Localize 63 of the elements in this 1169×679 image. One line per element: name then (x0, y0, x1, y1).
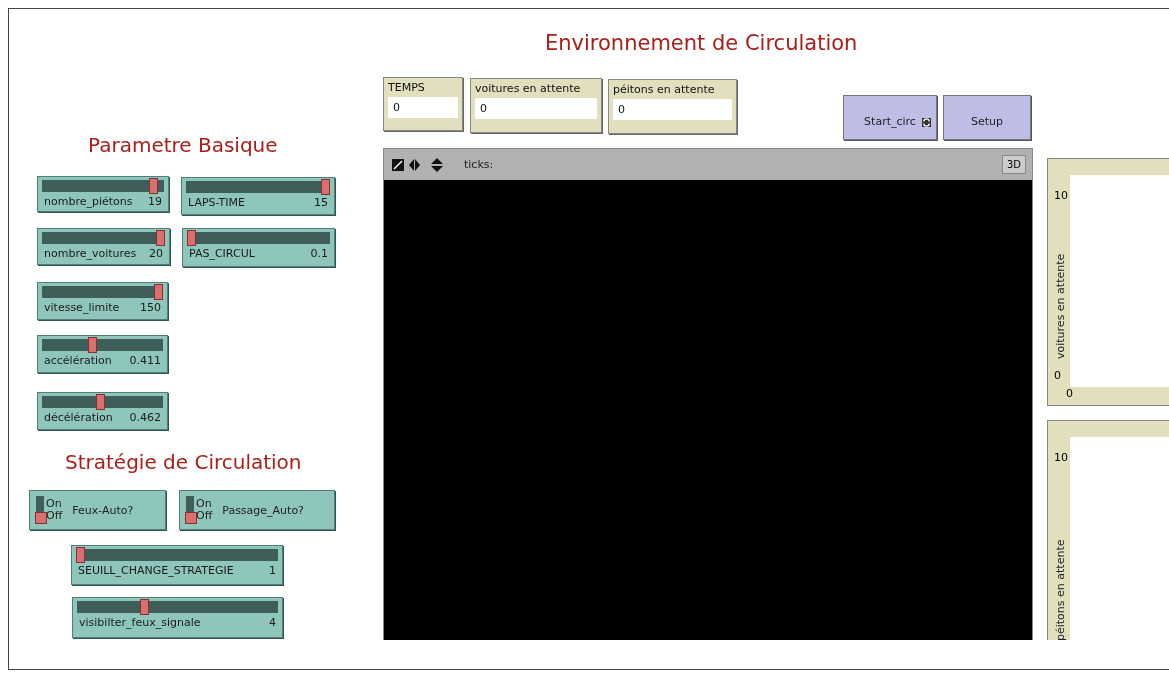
slider-label: décélération (44, 411, 113, 424)
slider[interactable]: décélération 0.462 (37, 392, 168, 430)
slider-value: 4 (269, 616, 276, 629)
slider-thumb[interactable] (149, 178, 159, 194)
slider-value: 0.411 (129, 354, 161, 367)
slider-thumb[interactable] (154, 284, 163, 300)
slider-label: accélération (44, 354, 112, 367)
switch-on-label: On (46, 498, 63, 510)
plot-tick: 0 (1054, 369, 1061, 382)
slider-value: 1 (269, 564, 276, 577)
monitor-label: voitures en attente (475, 82, 582, 95)
slider-value: 0.462 (129, 411, 161, 424)
slider-label: vitesse_limite (44, 301, 120, 314)
slider-value: 15 (314, 196, 328, 209)
ticks-label: ticks: (464, 158, 495, 171)
slider[interactable]: LAPS-TIME 15 (181, 177, 335, 215)
slider-value: 150 (140, 301, 161, 314)
slider-thumb[interactable] (156, 230, 165, 246)
switch-off-label: Off (196, 510, 213, 522)
interface-title: Environnement de Circulation (545, 30, 858, 57)
command-button[interactable]: Setup (943, 95, 1031, 140)
plot-tick: 0 (1066, 387, 1073, 400)
section-heading: Parametre Basique (88, 133, 278, 158)
switch-toggle[interactable] (186, 496, 194, 524)
slider-label: LAPS-TIME (188, 196, 245, 209)
slider-thumb[interactable] (95, 394, 105, 410)
monitor-label: péitons en attente (613, 83, 716, 96)
monitor-value: 0 (613, 99, 732, 120)
slider[interactable]: PAS_CIRCUL 0.1 (182, 228, 335, 267)
slider[interactable]: accélération 0.411 (37, 335, 168, 373)
switch-label: Passage_Auto? (222, 503, 304, 517)
slider-value: 0.1 (310, 247, 328, 260)
monitor-value: 0 (388, 97, 458, 118)
slider-label: nombre_voitures (44, 247, 137, 260)
slider-value: 20 (149, 247, 163, 260)
switch-toggle[interactable] (36, 496, 44, 524)
monitor-label: TEMPS (388, 81, 426, 94)
slider-thumb[interactable] (321, 179, 330, 195)
section-heading: Stratégie de Circulation (65, 450, 302, 475)
plot-axis-label: voitures en attente (1054, 253, 1067, 359)
slider-label: visibilter_feux_signale (79, 616, 201, 629)
command-button[interactable]: Start_circ (843, 95, 937, 140)
switch-on-label: On (196, 498, 213, 510)
slider[interactable]: vitesse_limite 150 (37, 282, 168, 320)
slider[interactable]: nombre_voitures 20 (37, 228, 170, 265)
monitor-value: 0 (475, 98, 597, 119)
3d-button[interactable]: 3D (1001, 155, 1026, 174)
slider[interactable]: SEUILL_CHANGE_STRATEGIE 1 (71, 545, 283, 585)
slider-label: SEUILL_CHANGE_STRATEGIE (78, 564, 234, 577)
plot-tick: 10 (1054, 451, 1068, 464)
slider-label: nombre_piétons (44, 195, 133, 208)
slider-thumb[interactable] (76, 547, 85, 563)
switch-off-label: Off (46, 510, 63, 522)
slider-label: PAS_CIRCUL (189, 247, 255, 260)
slider-thumb[interactable] (187, 230, 196, 246)
slider-value: 19 (148, 195, 162, 208)
plot-tick: 10 (1054, 189, 1068, 202)
slider[interactable]: nombre_piétons 19 (37, 176, 169, 212)
slider-thumb[interactable] (87, 337, 97, 353)
slider-thumb[interactable] (140, 599, 150, 615)
slider[interactable]: visibilter_feux_signale 4 (72, 597, 283, 638)
switch-label: Feux-Auto? (72, 503, 134, 517)
plot-axis-label: péitons en attente (1054, 539, 1067, 640)
